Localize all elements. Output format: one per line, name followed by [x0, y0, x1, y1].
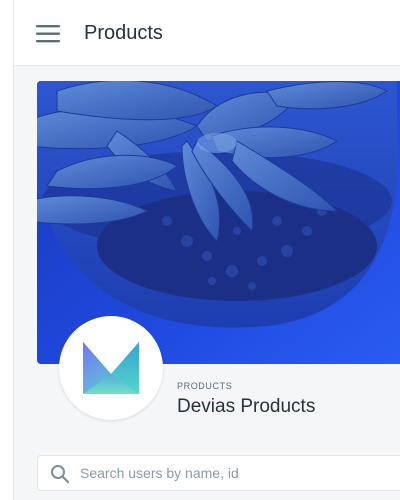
menu-button[interactable] — [36, 24, 62, 44]
product-name: Devias Products — [177, 396, 316, 417]
search-input[interactable] — [80, 463, 380, 483]
left-rail — [0, 0, 14, 500]
product-overline: PRODUCTS — [177, 381, 233, 391]
product-avatar — [59, 316, 163, 420]
devias-logo-icon — [83, 342, 139, 394]
search-icon — [51, 465, 70, 484]
search-bar[interactable] — [37, 455, 400, 491]
top-bar: Products — [14, 0, 400, 66]
hamburger-menu-icon — [36, 25, 60, 43]
page-title: Products — [84, 22, 163, 44]
